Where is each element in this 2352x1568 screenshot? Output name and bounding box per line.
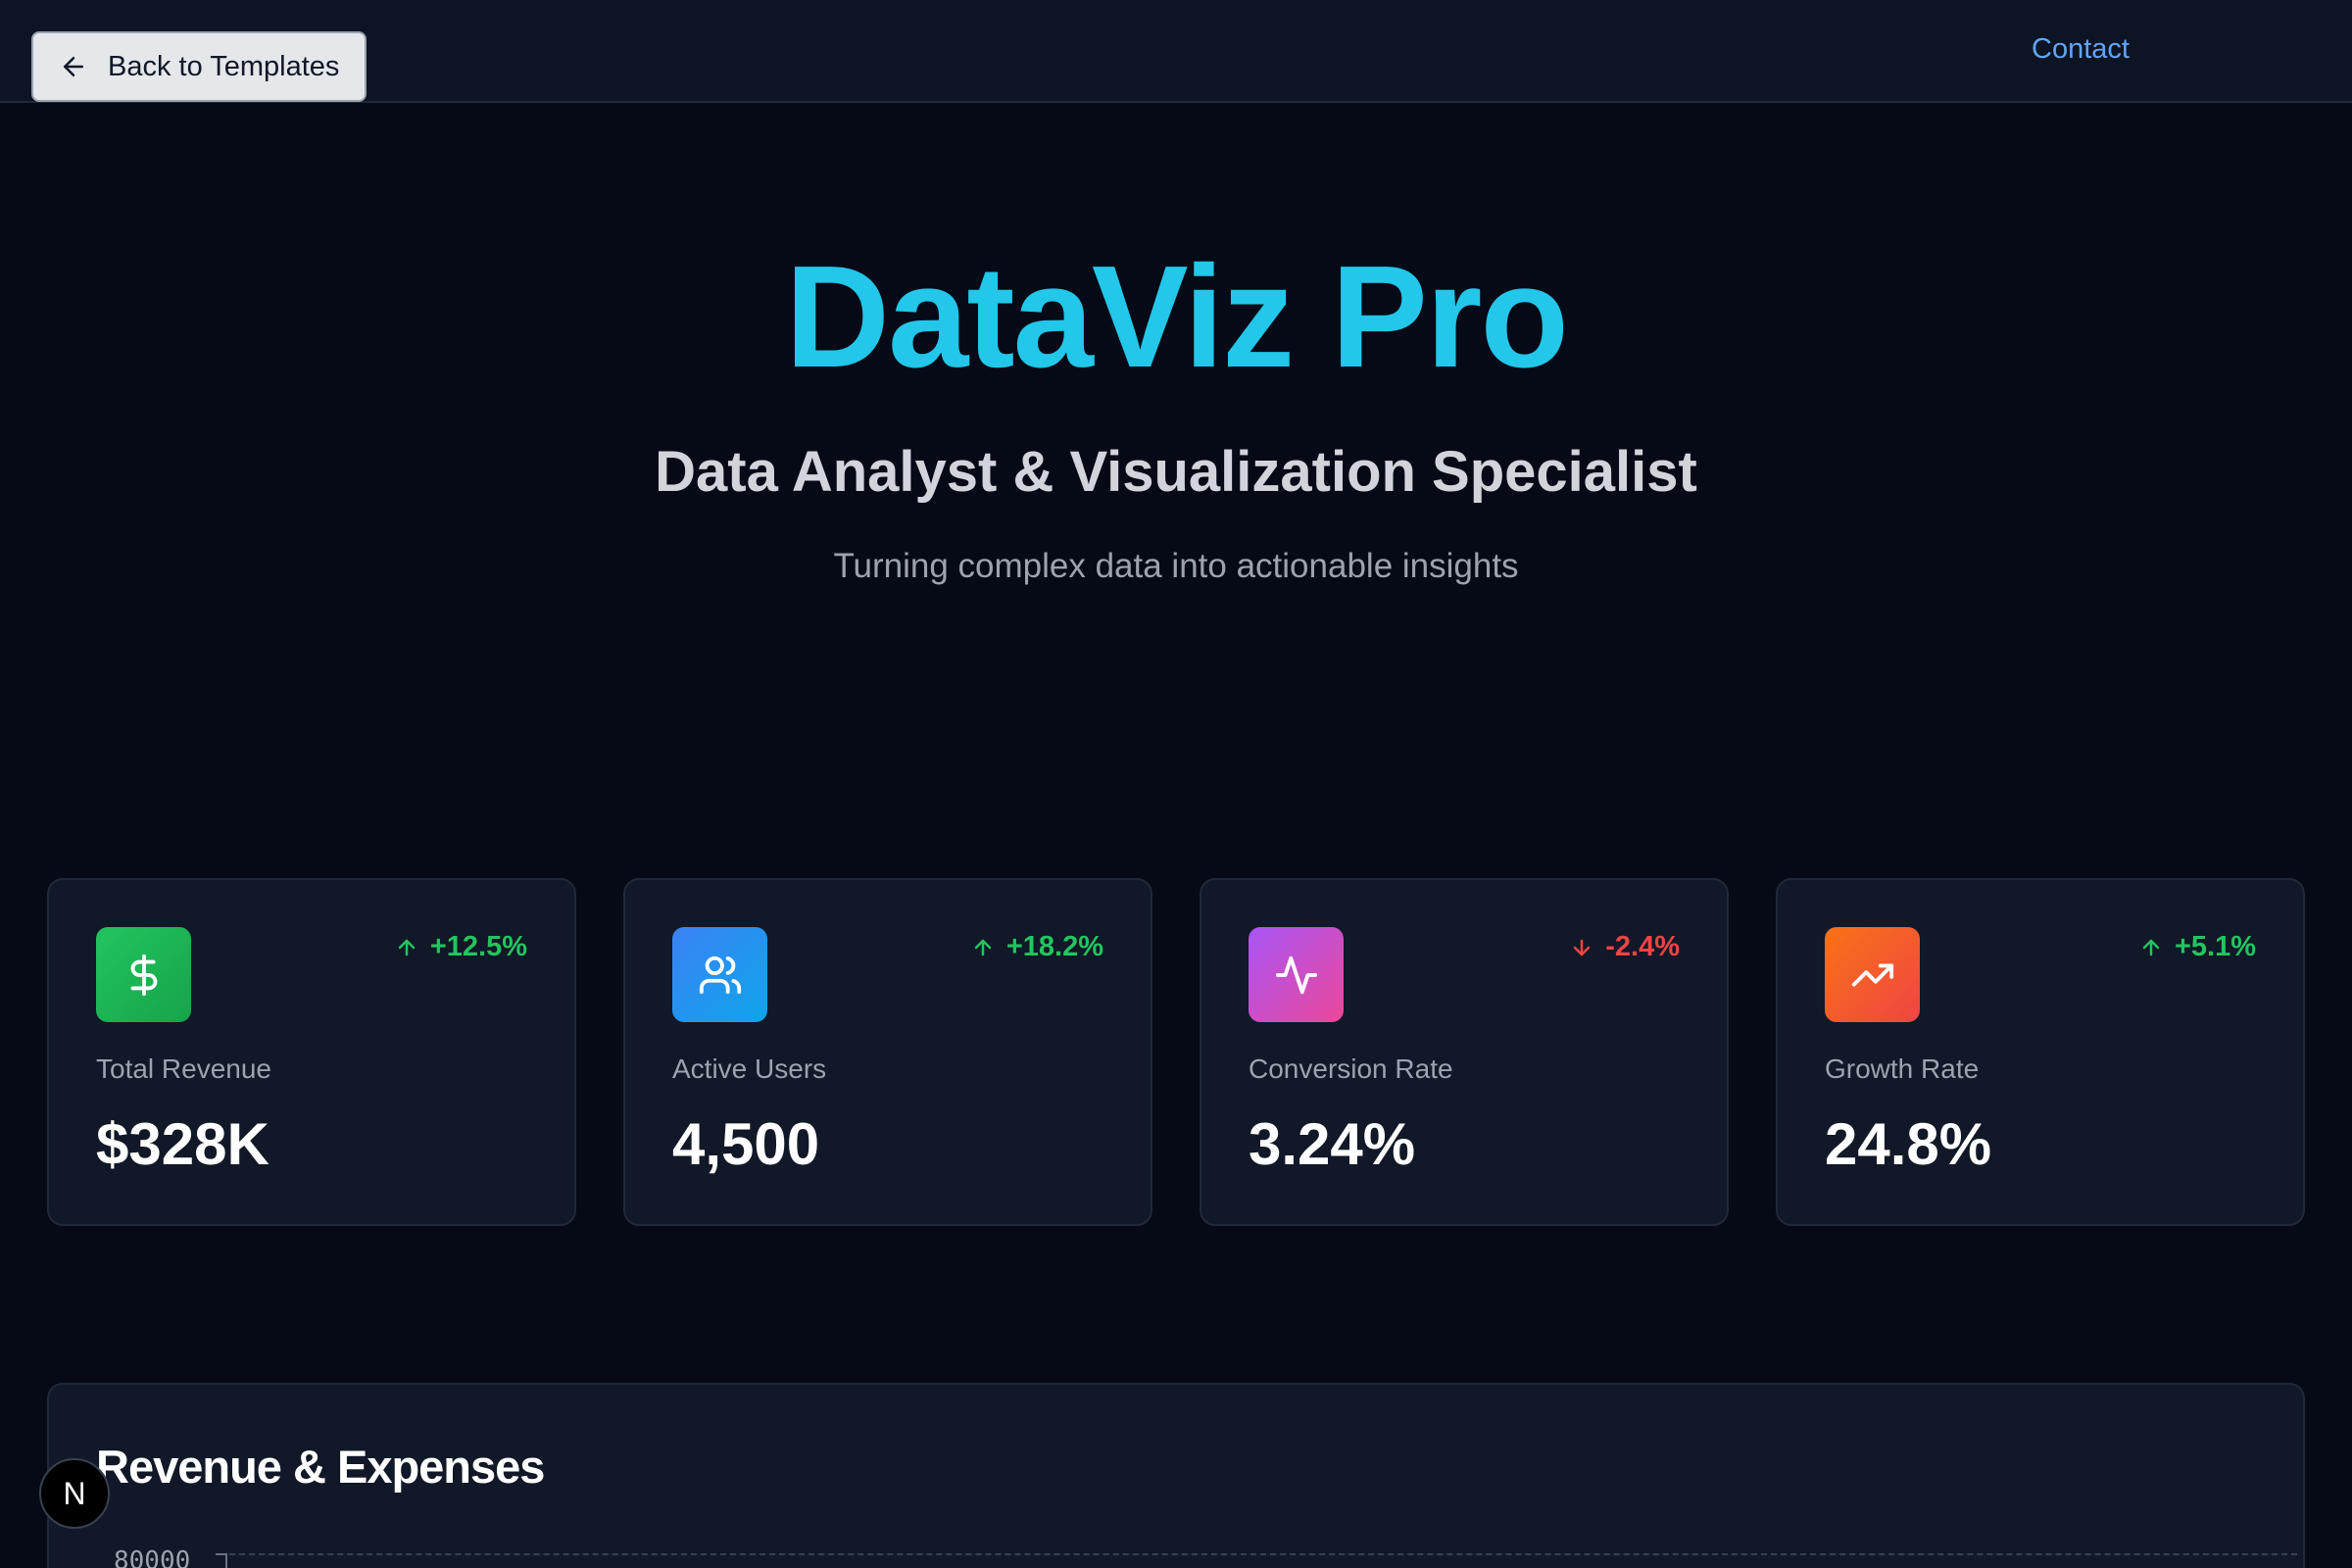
stat-card-total-revenue: +12.5% Total Revenue $328K <box>47 878 576 1226</box>
dollar-icon <box>130 954 157 996</box>
arrow-up-icon <box>2142 939 2160 956</box>
hero-subtitle: Data Analyst & Visualization Specialist <box>655 440 1697 504</box>
page: Back to Templates Contact DataViz Pro Da… <box>0 0 2352 1568</box>
stat-value: 4,500 <box>672 1111 820 1177</box>
stat-change-value: +12.5% <box>429 931 527 962</box>
stat-change: +18.2% <box>971 931 1103 963</box>
stat-label: Growth Rate <box>1825 1054 1980 1084</box>
hero-tagline: Turning complex data into actionable ins… <box>833 547 1519 585</box>
activity-icon <box>1275 956 1317 994</box>
stat-change-value: +18.2% <box>1005 931 1103 962</box>
stat-icon-box <box>96 927 191 1022</box>
back-to-templates-button[interactable]: Back to Templates <box>31 31 367 102</box>
revenue-expenses-chart-panel: Revenue & Expenses 80000 <box>47 1383 2305 1568</box>
trending-up-icon <box>1851 963 1893 986</box>
stat-change-value: +5.1% <box>2174 931 2256 962</box>
stat-change-value: -2.4% <box>1605 931 1680 962</box>
stat-card-active-users: +18.2% Active Users 4,500 <box>623 878 1152 1226</box>
next-dev-badge[interactable]: N <box>39 1458 110 1529</box>
stat-change: +12.5% <box>395 931 527 963</box>
chart-title: Revenue & Expenses <box>96 1441 545 1493</box>
users-icon <box>699 956 741 994</box>
stat-icon-box <box>672 927 767 1022</box>
stat-label: Conversion Rate <box>1249 1054 1453 1084</box>
stat-change: +5.1% <box>2139 931 2256 963</box>
stat-change: -2.4% <box>1570 931 1680 963</box>
y-axis-tick-label: 80000 <box>114 1546 191 1568</box>
stat-icon-box <box>1825 927 1920 1022</box>
arrow-up-icon <box>398 939 416 956</box>
grid-line <box>229 1553 2297 1555</box>
y-axis-line <box>225 1553 227 1568</box>
stat-value: 24.8% <box>1825 1111 1992 1177</box>
arrow-up-icon <box>974 939 992 956</box>
back-button-label: Back to Templates <box>108 50 340 82</box>
stat-value: $328K <box>96 1111 270 1177</box>
stat-label: Active Users <box>672 1054 827 1084</box>
hero-title: DataViz Pro <box>785 236 1569 398</box>
stat-label: Total Revenue <box>96 1054 272 1084</box>
arrow-left-icon <box>64 57 83 76</box>
stat-icon-box <box>1249 927 1344 1022</box>
arrow-down-icon <box>1573 939 1591 956</box>
stat-card-growth-rate: +5.1% Growth Rate 24.8% <box>1776 878 2305 1226</box>
contact-link[interactable]: Contact <box>2032 33 2130 66</box>
stat-card-conversion-rate: -2.4% Conversion Rate 3.24% <box>1200 878 1729 1226</box>
stat-value: 3.24% <box>1249 1111 1416 1177</box>
top-nav: Back to Templates Contact <box>0 0 2352 103</box>
